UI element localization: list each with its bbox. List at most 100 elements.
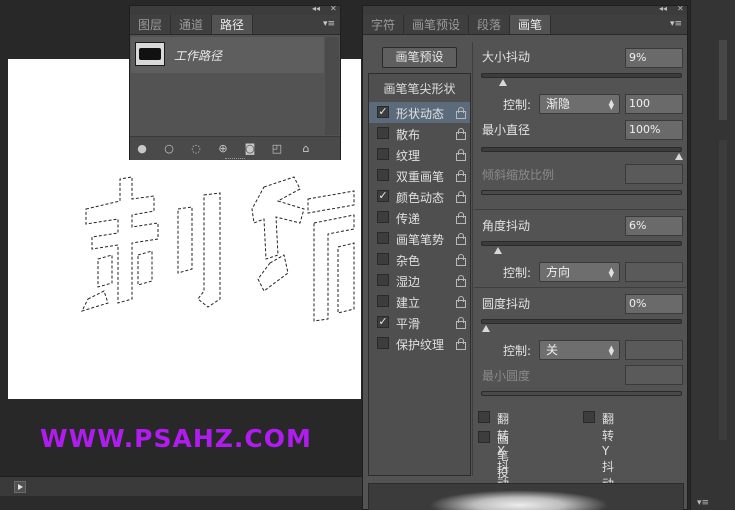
flip-y-label: 翻转 Y 抖动 — [602, 412, 615, 491]
roundness-control-select[interactable]: 关 ▲ ▼ — [539, 340, 620, 360]
tilt-scale-slider — [481, 190, 682, 195]
roundness-control-label: 控制: — [503, 344, 532, 358]
brush-setting-item[interactable]: 散布 — [369, 123, 470, 144]
collapse-icon[interactable]: ◂◂ — [312, 4, 320, 13]
angle-jitter-slider[interactable] — [481, 241, 682, 254]
min-diameter-slider[interactable] — [481, 147, 683, 160]
make-work-path-icon[interactable]: ⊕ — [217, 143, 229, 155]
add-mask-icon[interactable]: ◙ — [244, 143, 256, 155]
brush-setting-item[interactable]: ✓ 形状动态 — [369, 102, 470, 123]
lock-icon[interactable] — [455, 253, 466, 266]
play-arrow-icon[interactable] — [14, 481, 26, 493]
lock-icon[interactable] — [455, 106, 466, 119]
lock-icon[interactable] — [455, 316, 466, 329]
lock-icon[interactable] — [455, 232, 466, 245]
stroke-path-icon[interactable]: ○ — [163, 143, 175, 155]
brush-setting-label: 画笔笔势 — [396, 233, 445, 247]
size-control-select[interactable]: 渐隐 ▲ ▼ — [539, 94, 620, 114]
brush-presets-button[interactable]: 画笔预设 — [382, 47, 457, 68]
panel-menu-icon[interactable]: ▾≡ — [323, 19, 335, 29]
path-list-item[interactable]: 工作路径 — [131, 37, 324, 73]
brush-setting-item[interactable]: 湿边 — [369, 270, 470, 291]
right-dock-strip: ▾≡ — [690, 0, 735, 510]
lock-icon[interactable] — [455, 127, 466, 140]
lock-icon[interactable] — [455, 211, 466, 224]
checkbox[interactable] — [377, 253, 389, 265]
checkbox[interactable] — [377, 148, 389, 160]
load-selection-icon[interactable]: ◌ — [190, 143, 202, 155]
checkbox[interactable] — [377, 274, 389, 286]
brush-setting-item[interactable]: 画笔笔势 — [369, 228, 470, 249]
slider-thumb[interactable] — [499, 79, 508, 86]
checkbox[interactable] — [377, 127, 389, 139]
dock-scrollbar[interactable] — [719, 40, 727, 120]
fill-path-icon[interactable]: ● — [136, 143, 148, 155]
tab-paragraph[interactable]: 段落 — [469, 15, 511, 34]
checkbox[interactable] — [478, 431, 490, 443]
dock-scrollbar-lower[interactable] — [719, 140, 727, 440]
min-diameter-value[interactable]: 100% — [625, 120, 683, 140]
brush-setting-item[interactable]: ✓ 颜色动态 — [369, 186, 470, 207]
fade-steps-value[interactable]: 100 — [625, 94, 683, 114]
brush-setting-label: 双重画笔 — [396, 170, 445, 184]
paths-scrollbar[interactable] — [325, 37, 339, 135]
paths-panel: ◂◂ ✕ 图层 通道 路径 ▾≡ 工作路径 ● ○ ◌ ⊕ ◙ ◰ ⌂ — [129, 4, 341, 161]
roundness-control-option: 关 — [546, 343, 559, 357]
brush-setting-item[interactable]: 传递 — [369, 207, 470, 228]
close-icon[interactable]: ✕ — [330, 4, 337, 13]
lock-icon[interactable] — [455, 274, 466, 287]
resize-grip[interactable] — [225, 158, 245, 161]
angle-control-option: 方向 — [546, 265, 571, 279]
tab-brush[interactable]: 画笔 — [510, 15, 552, 34]
checkbox[interactable] — [377, 232, 389, 244]
checkbox[interactable] — [478, 411, 490, 423]
tab-brush-presets[interactable]: 画笔预设 — [404, 15, 470, 34]
tab-layers[interactable]: 图层 — [130, 15, 172, 34]
panel-menu-icon[interactable]: ▾≡ — [670, 19, 682, 29]
new-path-icon[interactable]: ◰ — [271, 143, 283, 155]
roundness-jitter-slider[interactable] — [481, 319, 682, 332]
tab-paths[interactable]: 路径 — [212, 15, 254, 34]
brush-setting-item[interactable]: 纹理 — [369, 144, 470, 165]
checkbox[interactable] — [377, 295, 389, 307]
tab-character[interactable]: 字符 — [363, 15, 405, 34]
lock-icon[interactable] — [455, 148, 466, 161]
dock-menu-icon[interactable]: ▾≡ — [697, 498, 731, 508]
brush-tip-shape-header[interactable]: 画笔笔尖形状 — [369, 80, 470, 97]
checkbox[interactable]: ✓ — [377, 316, 389, 328]
brush-setting-item[interactable]: 保护纹理 — [369, 333, 470, 354]
slider-thumb[interactable] — [675, 153, 683, 160]
panel-titlebar: ◂◂ ✕ — [363, 4, 687, 15]
size-control-label: 控制: — [503, 98, 532, 112]
brush-panel: ◂◂ ✕ 字符 画笔预设 段落 画笔 ▾≡ 画笔预设 画笔笔尖形状 ✓ 形状动态散… — [362, 4, 688, 510]
brush-setting-item[interactable]: 双重画笔 — [369, 165, 470, 186]
brush-setting-item[interactable]: 杂色 — [369, 249, 470, 270]
close-icon[interactable]: ✕ — [677, 4, 684, 13]
lock-icon[interactable] — [455, 169, 466, 182]
lock-icon[interactable] — [455, 190, 466, 203]
checkbox[interactable] — [377, 211, 389, 223]
brush-setting-item[interactable]: 建立 — [369, 291, 470, 312]
brush-setting-item[interactable]: ✓ 平滑 — [369, 312, 470, 333]
size-control-option: 渐隐 — [546, 97, 571, 111]
checkbox[interactable] — [583, 411, 595, 423]
lock-icon[interactable] — [455, 295, 466, 308]
checkbox[interactable]: ✓ — [377, 106, 389, 118]
checkbox[interactable] — [377, 337, 389, 349]
size-jitter-value[interactable]: 9% — [625, 48, 683, 68]
size-jitter-slider[interactable] — [481, 73, 682, 86]
checkbox[interactable] — [377, 169, 389, 181]
tilt-scale-value — [625, 164, 683, 184]
checkbox[interactable]: ✓ — [377, 190, 389, 202]
slider-thumb[interactable] — [482, 325, 490, 332]
tab-channels[interactable]: 通道 — [171, 15, 213, 34]
roundness-jitter-value[interactable]: 0% — [625, 294, 683, 314]
min-roundness-slider — [481, 391, 682, 396]
slider-thumb[interactable] — [493, 247, 502, 254]
angle-control-select[interactable]: 方向 ▲ ▼ — [539, 262, 620, 282]
preview-stroke — [429, 490, 609, 510]
lock-icon[interactable] — [455, 337, 466, 350]
collapse-icon[interactable]: ◂◂ — [659, 4, 667, 13]
delete-path-icon[interactable]: ⌂ — [300, 143, 312, 155]
angle-jitter-value[interactable]: 6% — [625, 216, 683, 236]
